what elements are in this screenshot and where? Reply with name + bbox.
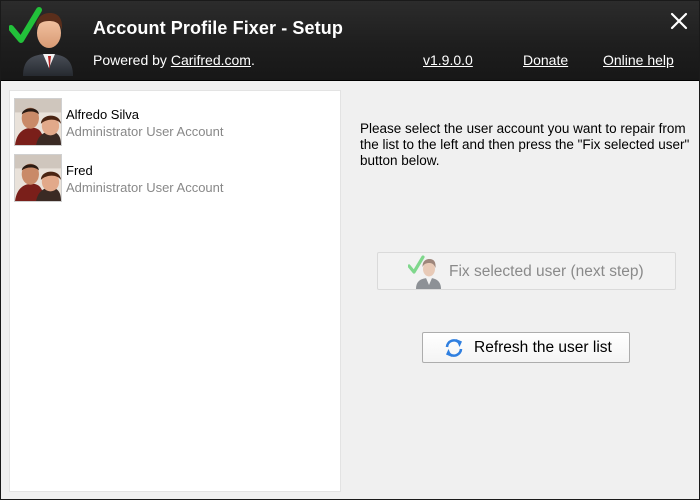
refresh-arrows-icon [445, 339, 463, 357]
user-account-type: Administrator User Account [66, 180, 224, 195]
setup-window: Account Profile Fixer - Setup Powered by… [0, 0, 700, 500]
powered-by-suffix: . [250, 52, 255, 68]
powered-by-prefix: Powered by [93, 52, 171, 68]
user-list[interactable]: Alfredo Silva Administrator User Account… [9, 90, 341, 492]
instructions-text: Please select the user account you want … [360, 121, 690, 168]
user-fix-icon [408, 255, 441, 289]
version-link[interactable]: v1.9.0.0 [423, 52, 473, 68]
donate-link[interactable]: Donate [523, 52, 568, 68]
fix-selected-user-label: Fix selected user (next step) [449, 263, 644, 280]
carifred-link[interactable]: Carifred.com [171, 52, 251, 68]
close-icon[interactable] [669, 11, 689, 31]
user-name: Fred [66, 163, 93, 178]
powered-by-text: Powered by Carifred.com. [93, 52, 255, 68]
user-list-item[interactable]: Fred Administrator User Account [12, 151, 338, 203]
refresh-user-list-label: Refresh the user list [474, 339, 612, 356]
online-help-link[interactable]: Online help [603, 52, 674, 68]
user-photo-avatar [14, 154, 62, 202]
user-name: Alfredo Silva [66, 107, 139, 122]
user-account-type: Administrator User Account [66, 124, 224, 139]
app-title: Account Profile Fixer - Setup [93, 18, 343, 38]
user-checkmark-icon [9, 7, 73, 76]
user-photo-avatar [14, 98, 62, 146]
fix-selected-user-button[interactable]: Fix selected user (next step) [377, 252, 676, 290]
header-bar: Account Profile Fixer - Setup Powered by… [1, 1, 699, 81]
refresh-user-list-button[interactable]: Refresh the user list [422, 332, 630, 363]
user-list-item[interactable]: Alfredo Silva Administrator User Account [12, 95, 338, 147]
